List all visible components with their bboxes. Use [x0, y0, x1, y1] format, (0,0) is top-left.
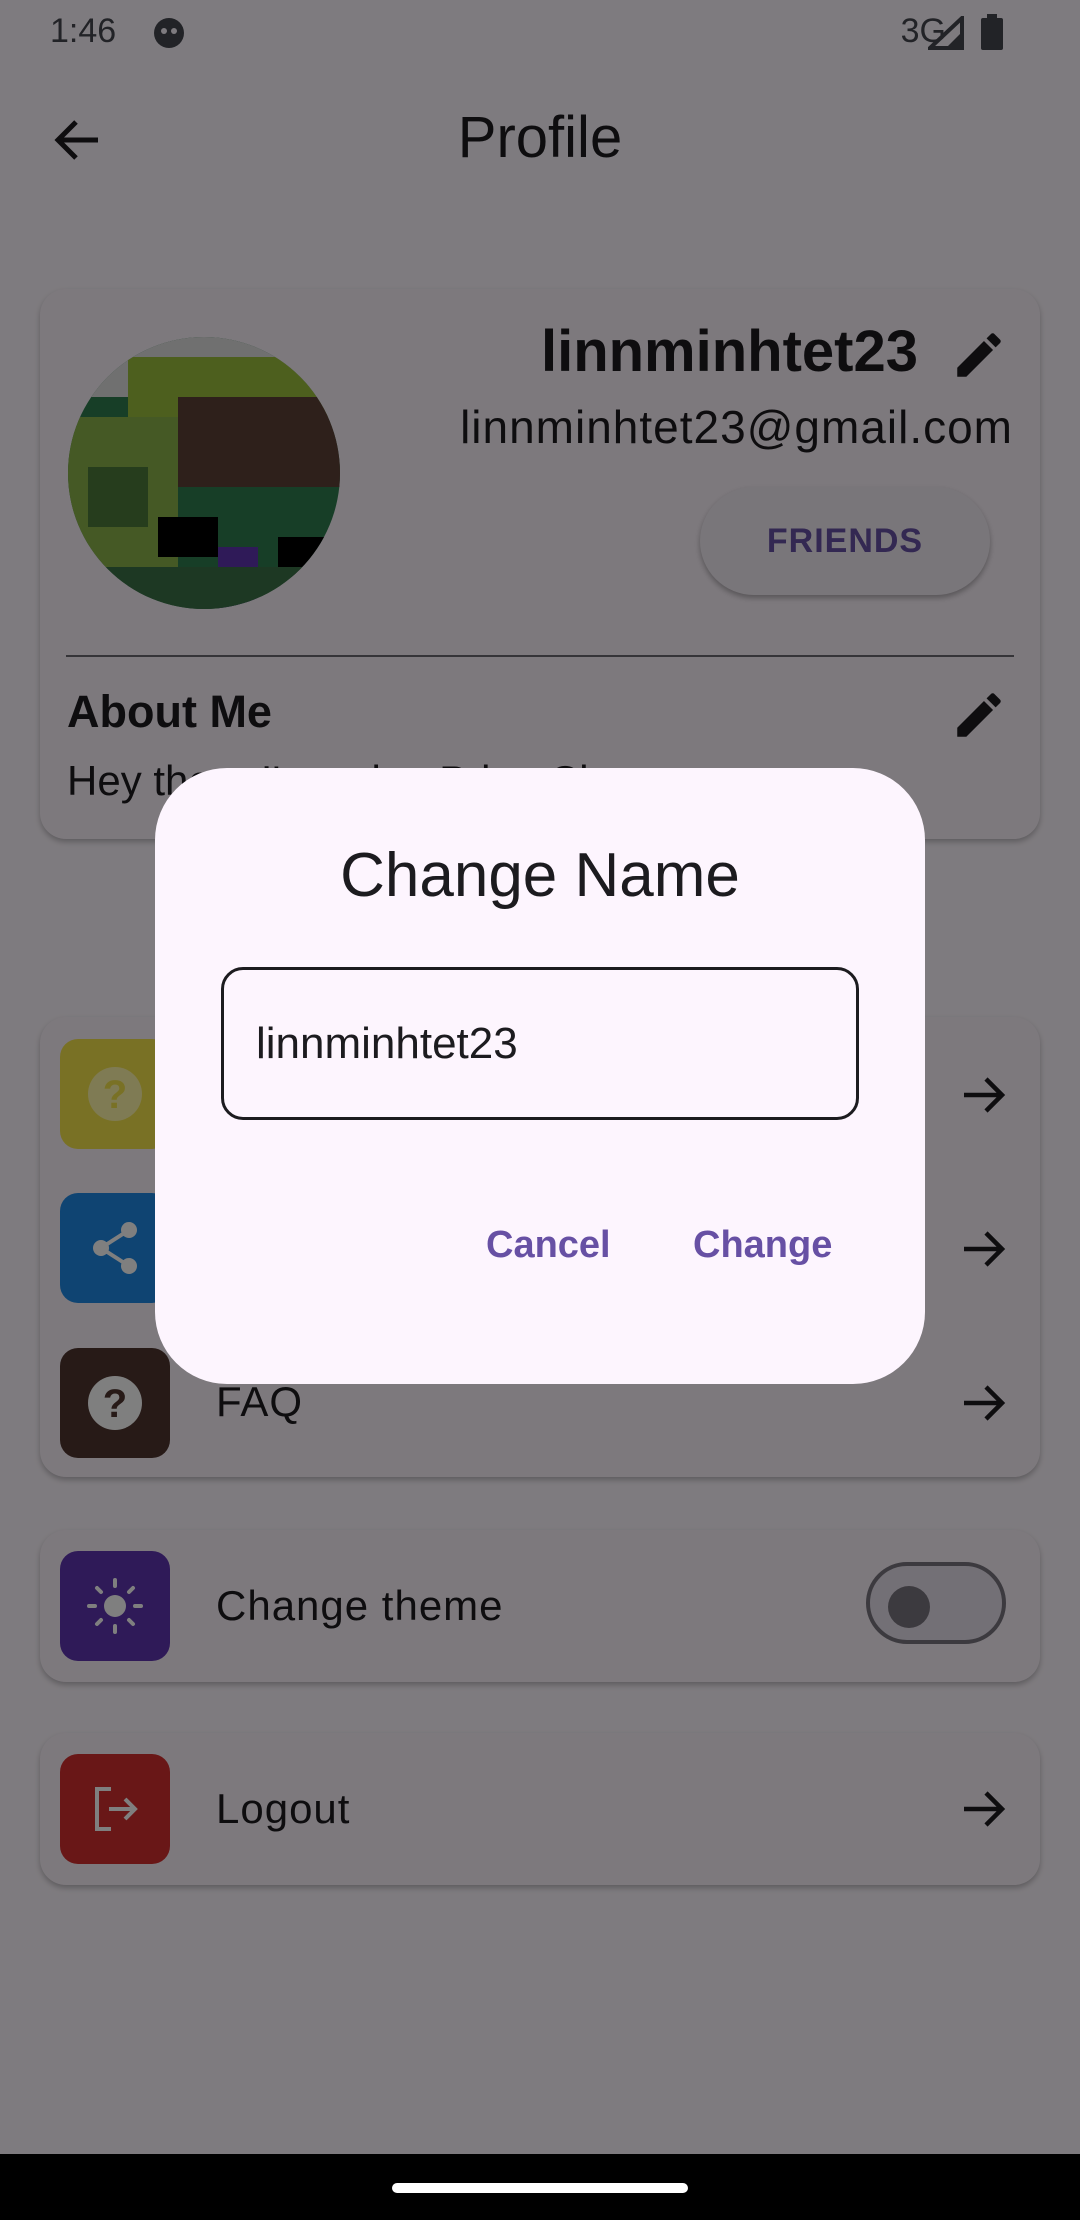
cancel-button[interactable]: Cancel [486, 1224, 611, 1267]
navigation-bar [0, 2154, 1080, 2220]
home-gesture-handle[interactable] [392, 2183, 688, 2193]
name-input[interactable] [221, 967, 859, 1120]
dialog-title: Change Name [340, 841, 740, 910]
change-button[interactable]: Change [693, 1224, 832, 1267]
